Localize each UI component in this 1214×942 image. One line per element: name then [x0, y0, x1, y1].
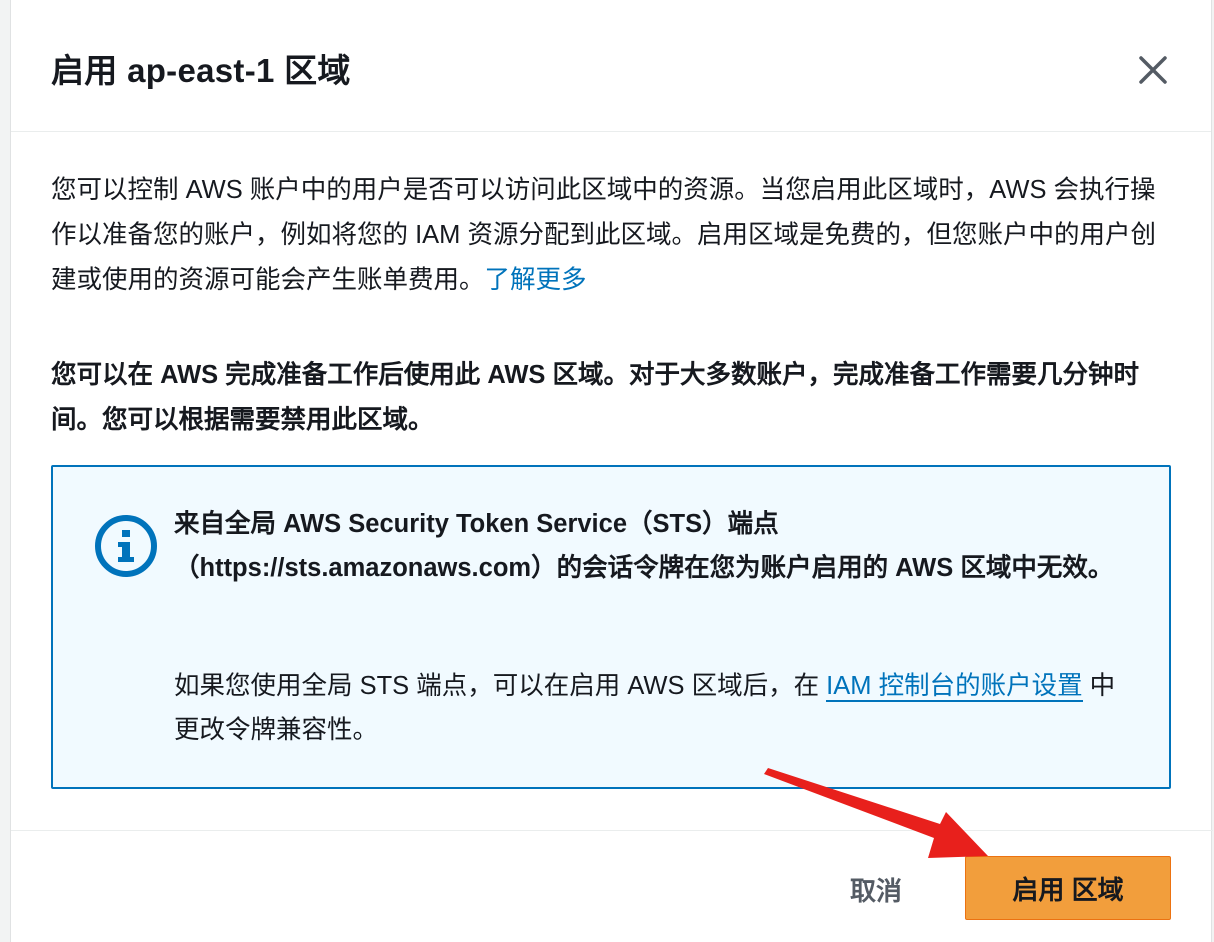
- sts-warning-text: 来自全局 AWS Security Token Service（STS）端点（h…: [174, 510, 1114, 582]
- enable-region-button[interactable]: 启用 区域: [965, 856, 1171, 920]
- sts-compat-prefix: 如果您使用全局 STS 端点，可以在启用 AWS 区域后，在: [174, 672, 827, 700]
- info-icon: [95, 515, 157, 577]
- iam-account-settings-link[interactable]: IAM 控制台的账户设置: [826, 672, 1083, 702]
- cancel-button[interactable]: 取消: [831, 861, 921, 917]
- description-paragraph: 您可以控制 AWS 账户中的用户是否可以访问此区域中的资源。当您启用此区域时，A…: [51, 168, 1173, 303]
- dialog-body: 您可以控制 AWS 账户中的用户是否可以访问此区域中的资源。当您启用此区域时，A…: [51, 168, 1173, 789]
- enable-region-dialog: 启用 ap-east-1 区域 您可以控制 AWS 账户中的用户是否可以访问此区…: [10, 0, 1213, 942]
- description-text: 您可以控制 AWS 账户中的用户是否可以访问此区域中的资源。当您启用此区域时，A…: [51, 176, 1157, 294]
- sts-info-alert: 来自全局 AWS Security Token Service（STS）端点（h…: [51, 465, 1171, 789]
- sts-compat-text: 如果您使用全局 STS 端点，可以在启用 AWS 区域后，在 IAM 控制台的账…: [174, 664, 1134, 752]
- learn-more-link[interactable]: 了解更多: [485, 266, 587, 294]
- readiness-note: 您可以在 AWS 完成准备工作后使用此 AWS 区域。对于大多数账户，完成准备工…: [51, 361, 1140, 434]
- dialog-footer: 取消 启用 区域: [11, 830, 1213, 942]
- close-icon: [1139, 56, 1167, 84]
- dialog-title: 启用 ap-east-1 区域: [51, 52, 351, 89]
- dialog-header: 启用 ap-east-1 区域: [11, 0, 1211, 132]
- close-button[interactable]: [1133, 50, 1173, 90]
